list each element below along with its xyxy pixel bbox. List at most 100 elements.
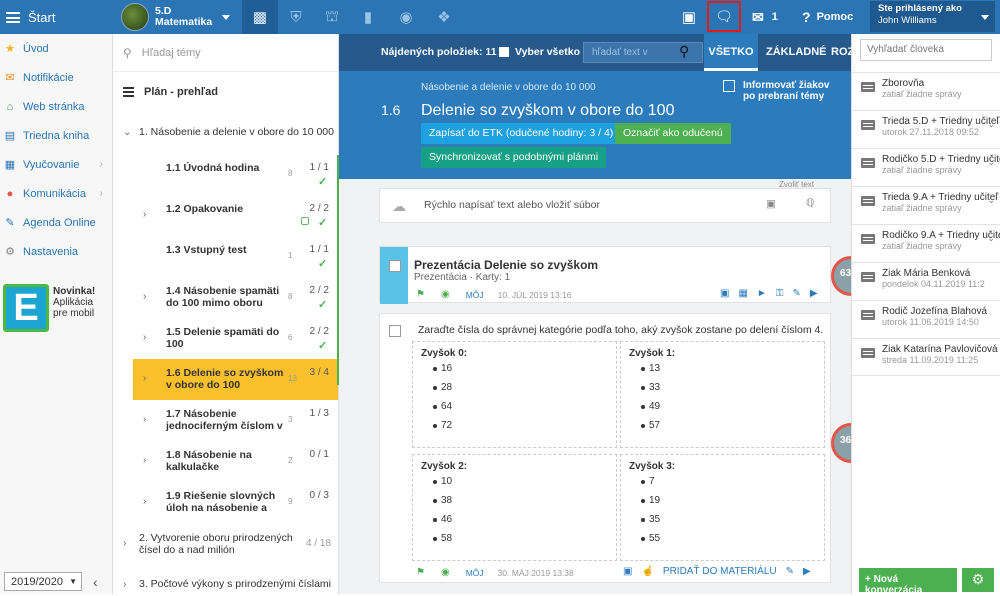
conversation-status: zatiaľ žiadne správy (882, 241, 962, 251)
conversation-item[interactable]: Zborovňa zatiaľ žiadne správy (852, 72, 1000, 110)
chevron-down-icon[interactable]: ⌄ (987, 157, 995, 168)
nav-vyucovanie[interactable]: ▦ Vyučovanie › (0, 150, 112, 179)
play-icon[interactable]: ▶ (803, 566, 811, 577)
bar-chart-icon[interactable]: ▮ (350, 0, 386, 34)
nav-notifikacie[interactable]: ✉ Notifikácie (0, 63, 112, 92)
cast-icon[interactable]: ▣ (720, 288, 729, 299)
conversation-item[interactable]: Trieda 5.D + Triedny učiteľ utorok 27.11.… (852, 110, 1000, 148)
conversation-item[interactable]: Rodičko 5.D + Triedny učiteľ zatiaľ žiadn… (852, 148, 1000, 186)
briefcase-icon[interactable]: ▩ (242, 0, 278, 34)
nav-label: Vyučovanie (23, 158, 80, 171)
nav-label: Triedna kniha (23, 129, 90, 142)
nav-nastavenia[interactable]: ⚙ Nastavenia (0, 237, 112, 266)
topic-search[interactable]: ⚲ Hľadaj témy (113, 34, 338, 72)
section-1[interactable]: ⌄ 1. Násobenie a delenie v obore do 10 00… (113, 112, 338, 152)
lesson-1-2[interactable]: › 1.2 Opakovanie 2 / 2 ✓ (133, 195, 338, 236)
material-card-presentation[interactable]: Prezentácia Delenie so zvyškom Prezentác… (379, 246, 831, 304)
write-etk-button[interactable]: Zapísať do ETK (odučené hodiny: 3 / 4) (421, 123, 622, 144)
quick-add-input[interactable]: ☁ Rýchlo napísať text alebo vložiť súbor… (379, 188, 831, 223)
messages-button[interactable]: ✉ 1 (752, 0, 778, 34)
start-menu-button[interactable]: Štart (0, 0, 113, 34)
person-search-placeholder: Vyhľadať človeka (867, 44, 944, 55)
add-to-material-button[interactable]: PRIDAŤ DO MATERIÁLU (663, 566, 777, 577)
lesson-1-7[interactable]: › 1.7 Násobenie jednociferným číslom v 3 1 … (133, 400, 338, 441)
school-year-select[interactable]: 2019/2020 ▼ (4, 572, 82, 591)
new-conversation-button[interactable]: + Nová konverzácia (859, 568, 957, 596)
select-all-checkbox[interactable] (499, 47, 509, 57)
card-checkbox[interactable] (389, 260, 401, 272)
tag-icon[interactable]: ⚑ (416, 567, 425, 578)
edit-icon[interactable]: ✎ (792, 288, 800, 299)
conversation-item[interactable]: Rodič Jozefína Blahová utorok 11.06.2019 … (852, 300, 1000, 338)
chevron-down-icon[interactable]: ⌄ (987, 233, 995, 244)
conversation-item[interactable]: Žiak Mária Benková pondelok 04.11.2019 11… (852, 262, 1000, 300)
nav-komunikacia[interactable]: ● Komunikácia › (0, 179, 112, 208)
card-title[interactable]: Prezentácia Delenie so zvyškom (414, 258, 598, 272)
lesson-1-8[interactable]: › 1.8 Násobenie na kalkulačke 2 0 / 1 (133, 441, 338, 482)
nav-agenda-online[interactable]: ✎ Agenda Online (0, 208, 112, 237)
shield-icon[interactable]: ⛨ (278, 0, 314, 34)
lesson-progress: 1 / 1 (309, 244, 329, 255)
hiking-icon[interactable]: ❖ (426, 0, 462, 34)
envelope-icon: ✉ (5, 72, 15, 84)
cast-icon[interactable]: ▣ (671, 0, 707, 34)
edit-icon[interactable]: ✎ (786, 566, 794, 577)
class-selector[interactable]: 5.D Matematika (121, 3, 231, 31)
nav-triedna-kniha[interactable]: ▤ Triedna kniha (0, 121, 112, 150)
sync-button[interactable]: Synchronizovať s podobnými plánmi (421, 147, 607, 168)
mark-done-button[interactable]: Označiť ako odučenú (615, 123, 731, 144)
plan-overview[interactable]: Plán - prehľad (113, 72, 338, 112)
nav-web-stranka[interactable]: ⌂ Web stránka (0, 92, 112, 121)
group-item: 64 (421, 401, 616, 420)
play-icon[interactable]: ▶ (810, 288, 818, 299)
tab-more[interactable]: ROZ (831, 34, 851, 71)
chevron-down-icon[interactable]: ⌄ (987, 119, 995, 130)
group-item: 46 (421, 514, 616, 533)
like-icon[interactable]: ☝ (641, 566, 653, 577)
user-menu[interactable]: Ste prihlásený ako John Williams (870, 1, 995, 32)
chevron-down-icon[interactable]: ⌄ (987, 195, 995, 206)
nav-uvod[interactable]: ★ Úvod (0, 34, 112, 63)
image-icon[interactable]: ▣ (766, 198, 776, 210)
gauge-icon[interactable]: ◉ (388, 0, 424, 34)
remainder-group: Zvyšok 1: 13 33 49 57 (620, 341, 825, 448)
breadcrumb[interactable]: Násobenie a delenie v obore do 10 000 (421, 82, 596, 93)
person-search-input[interactable]: Vyhľadať človeka (860, 39, 992, 61)
help-button[interactable]: ? Pomoc (802, 0, 853, 34)
gear-icon: ⚙ (5, 246, 15, 258)
conversation-status: zatiaľ žiadne správy (882, 89, 962, 99)
section-3[interactable]: › 3. Počtové výkony s prirodzenými číslam… (113, 564, 338, 594)
institution-icon[interactable]: ⛫ (314, 0, 350, 34)
conversation-item[interactable]: Žiak Katarína Pavlovičová streda 11.09.20… (852, 338, 1000, 376)
conversation-item[interactable]: Trieda 9.A + Triedny učiteľ zatiaľ žiadne… (852, 186, 1000, 224)
key-icon[interactable]: ⚿ (776, 288, 784, 299)
chat-button[interactable]: 🗨 (707, 1, 741, 32)
tag-icon[interactable]: ⚑ (416, 289, 425, 300)
lesson-1-9[interactable]: › 1.9 Riešenie slovných úloh na násobenie… (133, 482, 338, 523)
tab-all[interactable]: VŠETKO (704, 34, 758, 71)
lesson-1-5[interactable]: › 1.5 Delenie spamäti do 100 6 2 / 2 ✓ (133, 318, 338, 359)
section-2[interactable]: › 2. Vytvorenie oboru prirodzených čísel … (113, 524, 338, 564)
card-checkbox[interactable] (389, 325, 401, 337)
question-icon: ? (802, 9, 811, 25)
lesson-1-6[interactable]: › 1.6 Delenie so zvyškom v obore do 100 13… (133, 359, 338, 400)
globe-icon[interactable]: ◉ (441, 289, 450, 300)
lesson-1-4[interactable]: › 1.4 Násobenie spamäti do 100 mimo oboru… (133, 277, 338, 318)
material-card-question[interactable]: Zaraďte čísla do správnej kategórie podľ… (379, 313, 831, 583)
inform-checkbox[interactable] (723, 80, 735, 92)
lesson-1-3[interactable]: 1.3 Vstupný test 1 1 / 1 ✓ (133, 236, 338, 277)
inform-students-option[interactable]: Informovať žiakov po prebraní témy (723, 80, 833, 102)
lesson-1-1[interactable]: 1.1 Úvodná hodina 8 1 / 1 ✓ (133, 154, 338, 195)
folder-icon[interactable]: ▦ (738, 288, 747, 299)
globe-icon[interactable]: ◉ (441, 567, 450, 578)
attachment-icon[interactable]: ℚ (806, 197, 814, 209)
collapse-sidebar-icon[interactable]: ‹ (93, 574, 98, 590)
star-icon: ★ (5, 43, 15, 55)
tab-basic[interactable]: ZÁKLADNÉ (766, 34, 827, 71)
search-icon[interactable]: ⚲ (679, 43, 689, 60)
gear-icon[interactable]: ⚙ (962, 568, 994, 592)
conversation-item[interactable]: Rodičko 9.A + Triedny učiteľ zatiaľ žiadn… (852, 224, 1000, 262)
sound-icon[interactable]: ► (757, 288, 767, 299)
mobile-app-promo[interactable]: E Novinka! Aplikácia pre mobil (3, 284, 111, 332)
cast-icon[interactable]: ▣ (623, 566, 632, 577)
